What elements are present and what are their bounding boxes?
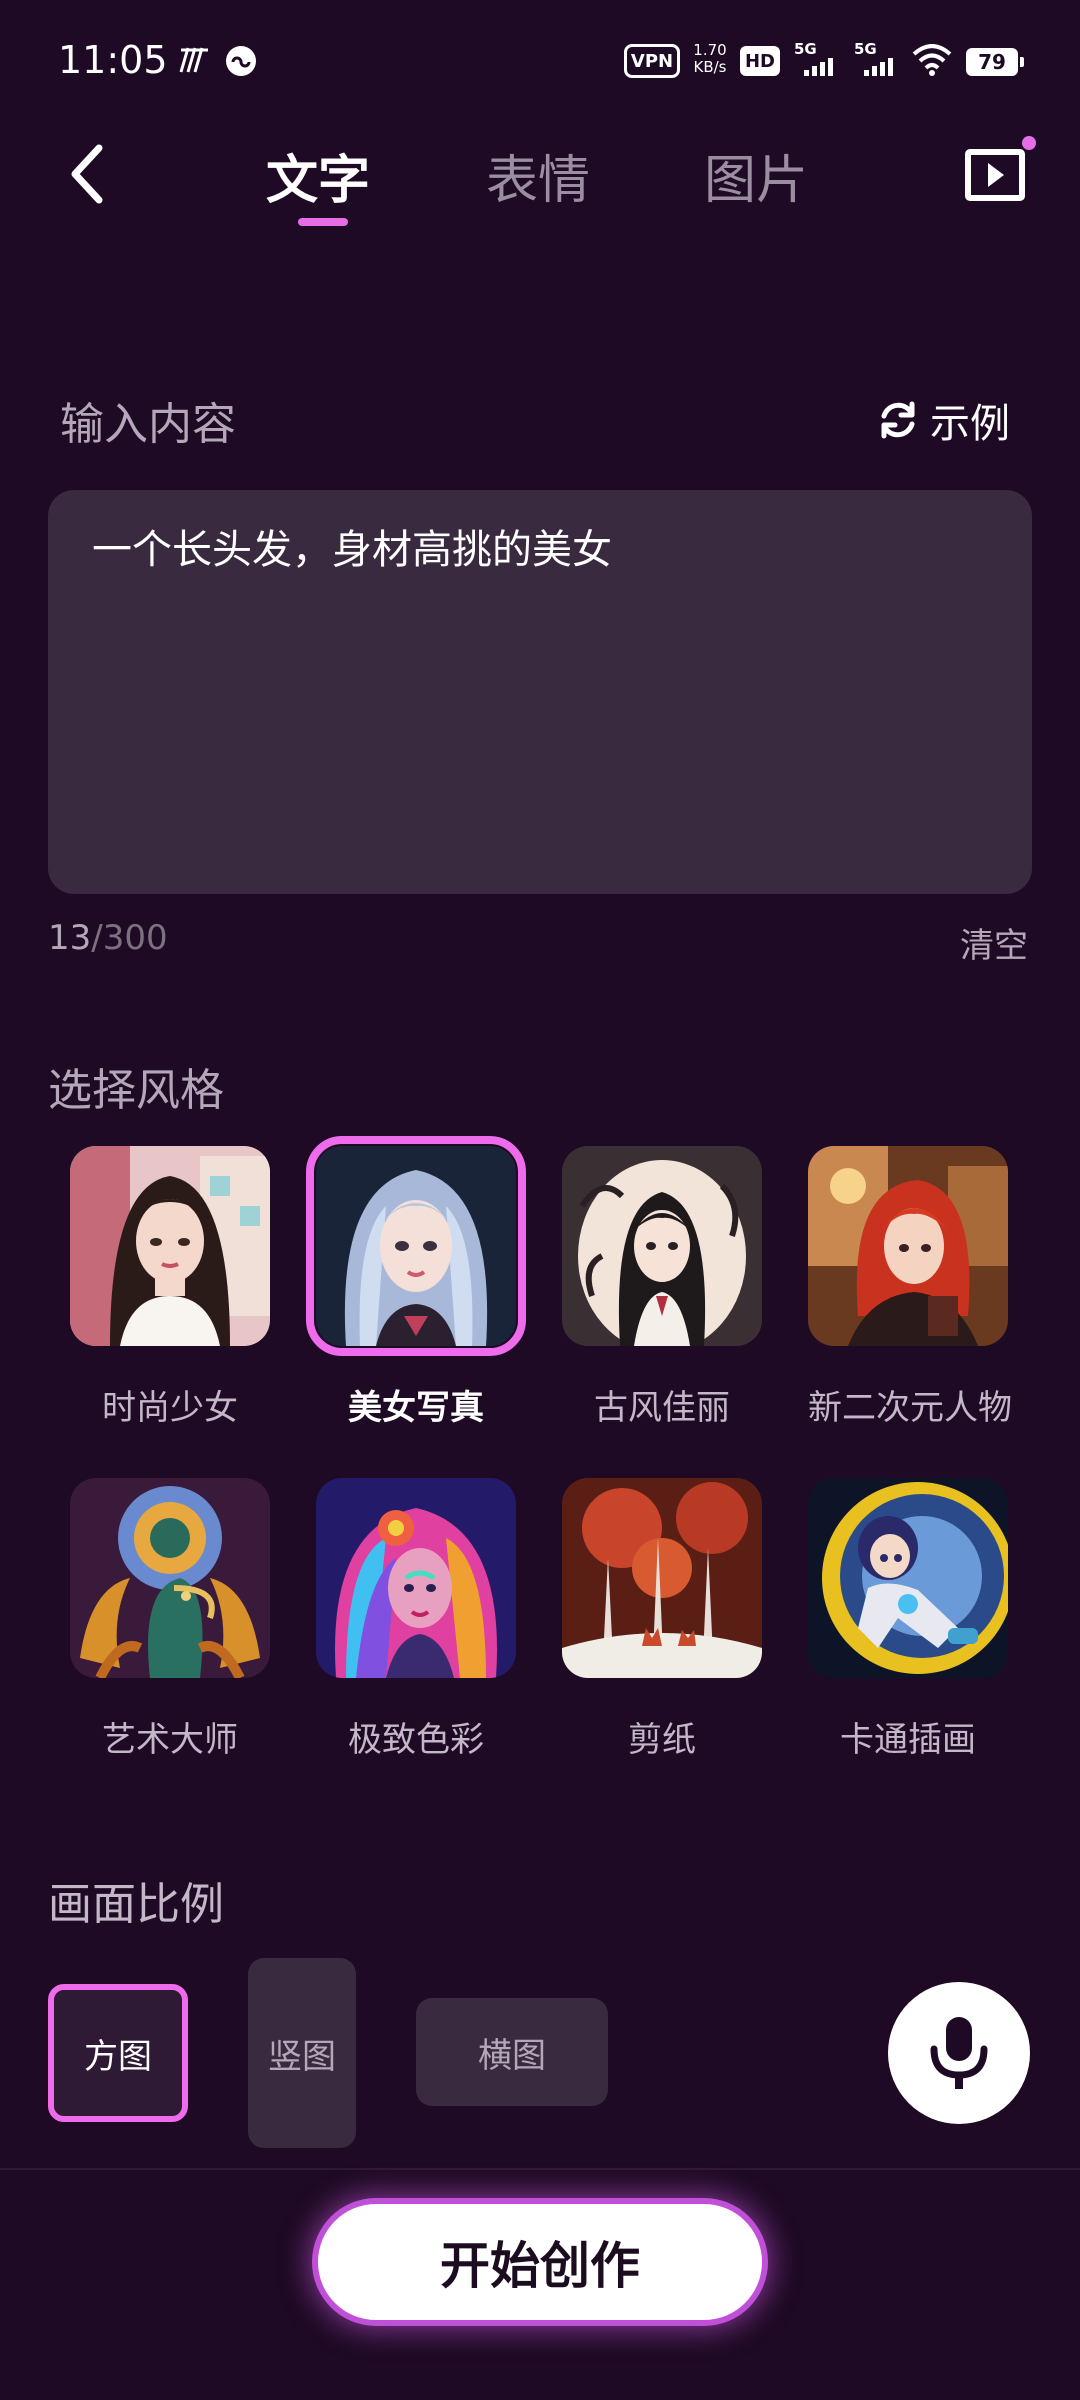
back-button[interactable] [52, 134, 122, 214]
bottom-divider [0, 2168, 1080, 2170]
top-nav: 文字 表情 图片 [0, 120, 1080, 240]
app-notification-icon [178, 44, 210, 80]
ratio-section-label: 画面比例 [48, 1879, 224, 1930]
my-works-button[interactable] [962, 142, 1028, 208]
ratio-option-landscape[interactable]: 横图 [416, 1998, 608, 2106]
microphone-icon [930, 2017, 988, 2089]
style-name: 时尚少女 [102, 1388, 238, 1428]
style-option-cartoon-illustration[interactable]: 卡通插画 [808, 1478, 1008, 1761]
style-option-vivid-color[interactable]: 极致色彩 [316, 1478, 516, 1761]
style-name: 古风佳丽 [594, 1388, 730, 1428]
paper-cut-art-icon [562, 1478, 762, 1678]
tab-image[interactable]: 图片 [704, 138, 808, 213]
style-option-ancient-style[interactable]: 古风佳丽 [562, 1146, 762, 1429]
style-option-fashion-girl[interactable]: 时尚少女 [70, 1146, 270, 1429]
style-section-label: 选择风格 [48, 1065, 224, 1116]
signal-icon-2: 5G [854, 40, 894, 80]
portrait-anime-character-icon [808, 1146, 1008, 1346]
style-name: 艺术大师 [102, 1720, 238, 1760]
style-option-paper-cut[interactable]: 剪纸 [562, 1478, 762, 1761]
prompt-textarea[interactable]: 一个长头发，身材高挑的美女 [48, 490, 1032, 894]
tab-text[interactable]: 文字 [266, 138, 370, 213]
signal-icon-1: 5G [794, 40, 834, 80]
speed-value: 1.70 [693, 41, 727, 59]
ratio-option-portrait[interactable]: 竖图 [248, 1958, 356, 2148]
status-time: 11:05 [58, 38, 168, 82]
style-option-beauty-photo[interactable]: 美女写真 [306, 1136, 526, 1429]
char-counter: 13/300 [48, 918, 168, 958]
style-name: 卡通插画 [840, 1720, 976, 1760]
example-button[interactable]: 示例 [876, 390, 1010, 450]
battery-indicator: 79 [966, 48, 1024, 76]
chevron-left-icon [71, 144, 103, 204]
portrait-art-master-icon [70, 1478, 270, 1678]
input-section-label: 输入内容 [60, 399, 236, 450]
screen: 11:05 VPN 1.70 KB/s HD 5G 5G 79 文字 表情 图片… [0, 0, 1080, 2400]
portrait-fashion-girl-icon [70, 1146, 270, 1346]
wifi-icon [912, 44, 952, 80]
style-name: 美女写真 [348, 1388, 484, 1428]
notification-dot [1022, 136, 1036, 150]
link-notification-icon [224, 44, 258, 82]
example-label: 示例 [930, 401, 1010, 447]
char-count-current: 13 [48, 918, 92, 958]
video-play-icon [965, 149, 1025, 201]
active-tab-indicator [298, 218, 348, 226]
vpn-indicator: VPN [624, 44, 680, 78]
cartoon-illustration-icon [808, 1478, 1008, 1678]
ratio-option-square[interactable]: 方图 [48, 1984, 188, 2122]
tab-emoji[interactable]: 表情 [486, 138, 590, 213]
refresh-icon [881, 401, 915, 439]
voice-input-button[interactable] [888, 1982, 1030, 2124]
speed-unit: KB/s [693, 58, 727, 76]
start-create-button[interactable]: 开始创作 [318, 2204, 762, 2320]
style-option-anime-character[interactable]: 新二次元人物 [808, 1146, 1012, 1429]
portrait-vivid-color-icon [316, 1478, 516, 1678]
portrait-ancient-style-icon [562, 1146, 762, 1346]
clear-button[interactable]: 清空 [960, 918, 1028, 967]
hd-indicator: HD [740, 46, 780, 76]
network-speed: 1.70 KB/s [690, 42, 730, 76]
style-name: 极致色彩 [348, 1720, 484, 1760]
style-name: 剪纸 [628, 1720, 696, 1760]
char-count-max: /300 [91, 918, 168, 958]
portrait-beauty-photo-icon [306, 1136, 526, 1356]
status-bar: 11:05 VPN 1.70 KB/s HD 5G 5G 79 [0, 0, 1080, 120]
style-option-art-master[interactable]: 艺术大师 [70, 1478, 270, 1761]
style-name: 新二次元人物 [808, 1388, 1012, 1428]
